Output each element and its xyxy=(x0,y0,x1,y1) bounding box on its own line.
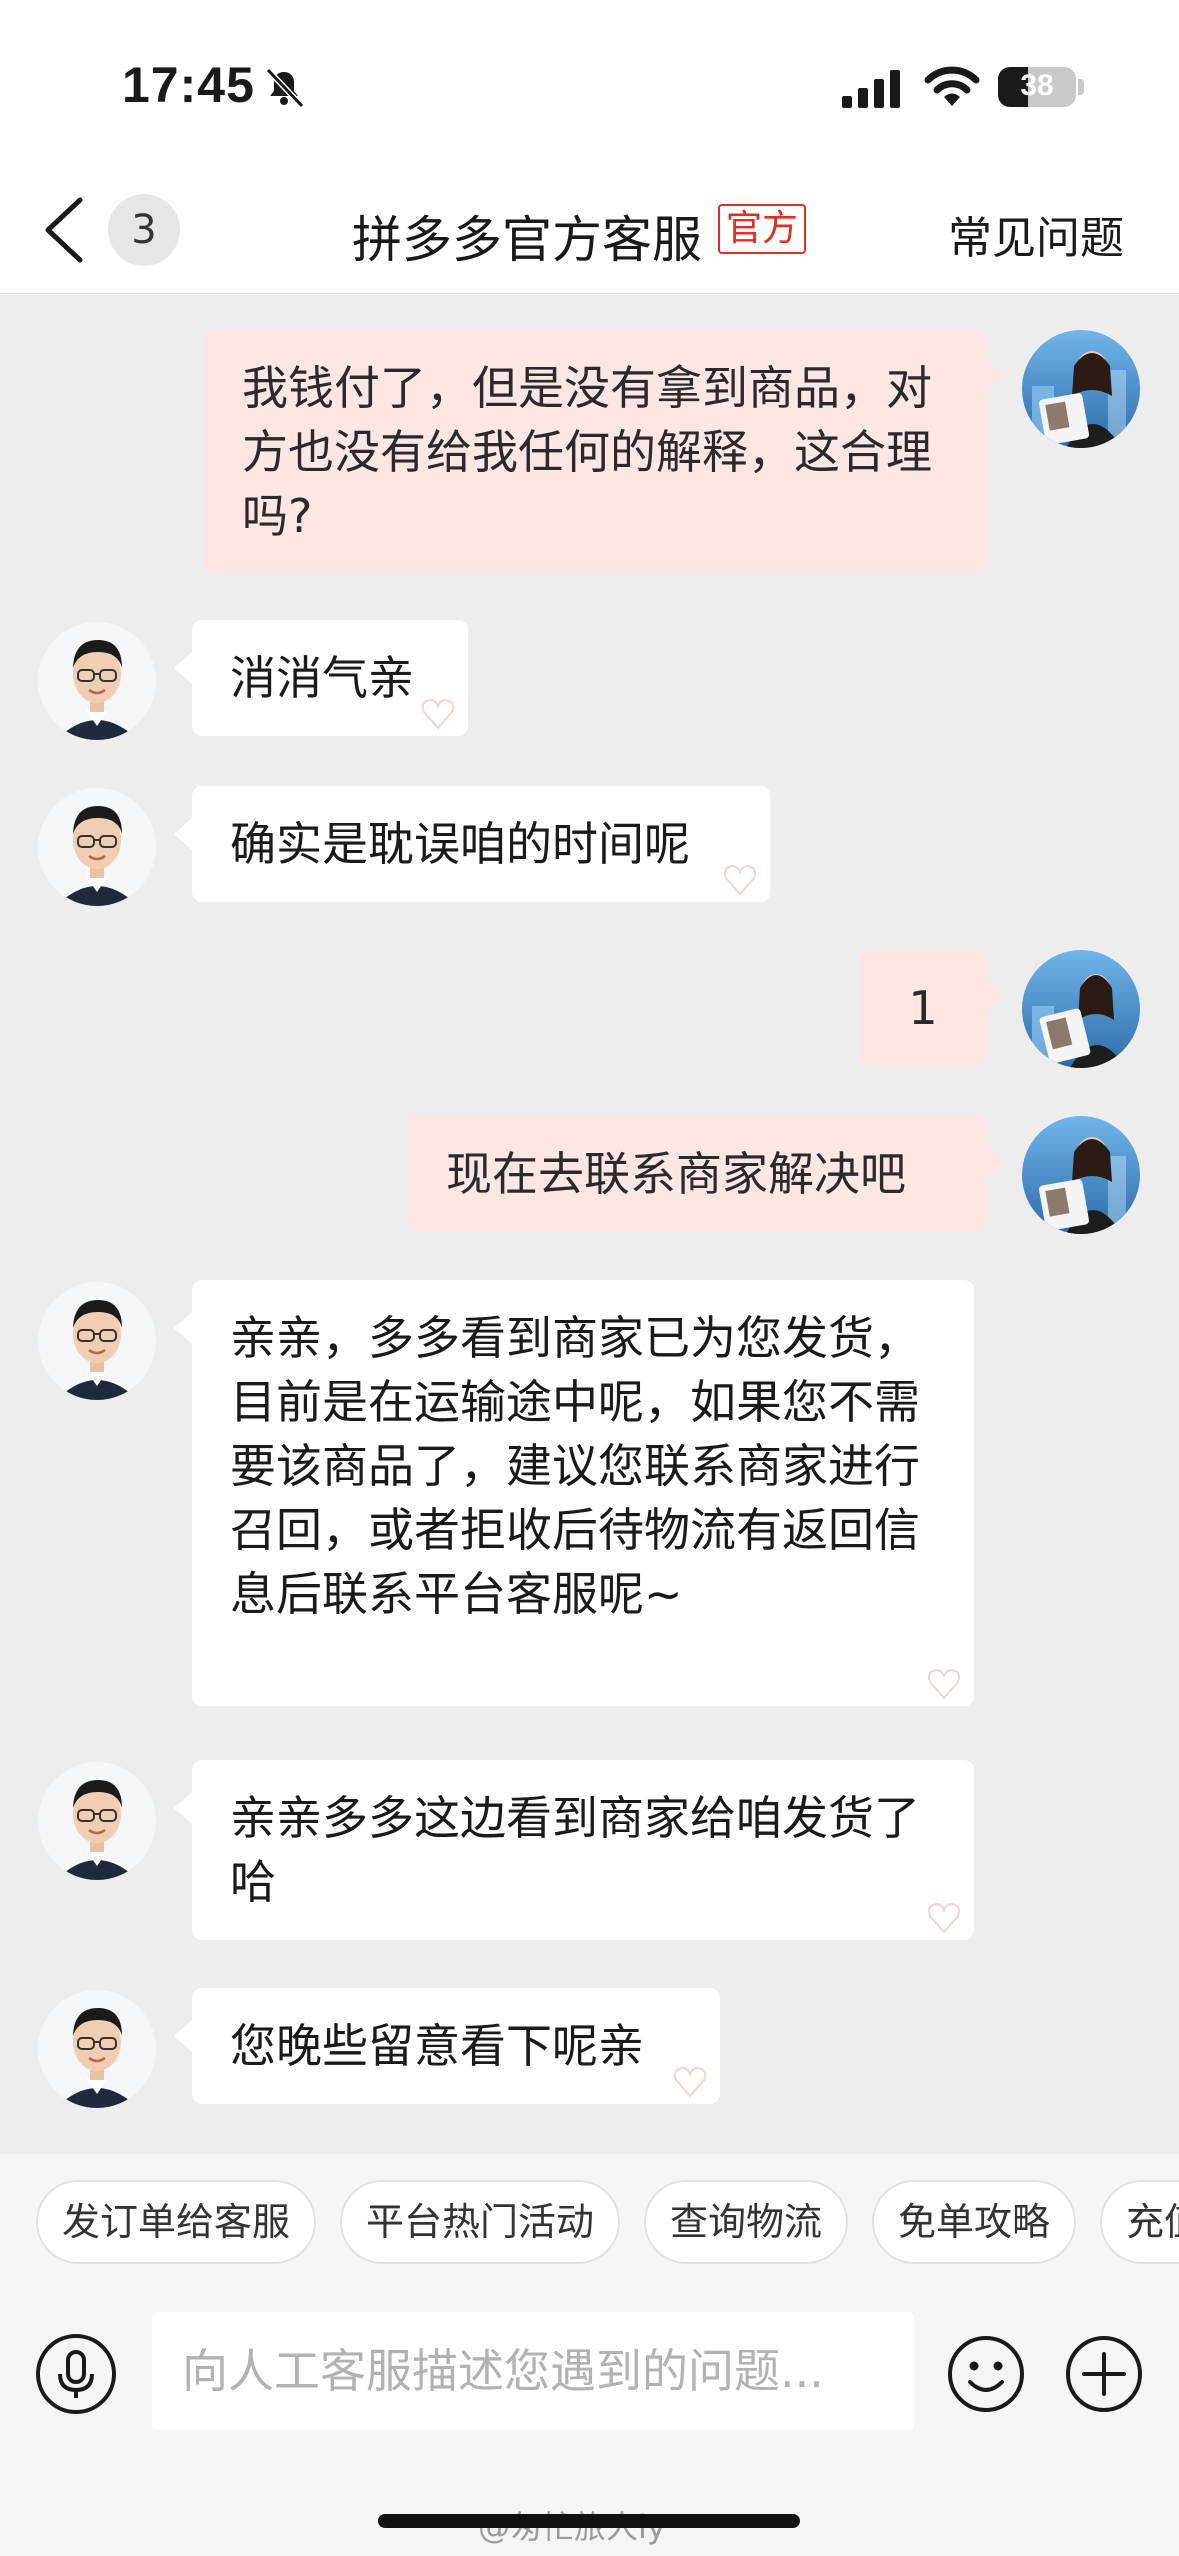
incoming-message-bubble[interactable]: 您晚些留意看下呢亲 xyxy=(192,1988,720,2104)
bubble-tail xyxy=(174,1792,192,1824)
user-avatar[interactable] xyxy=(1022,950,1140,1068)
outgoing-message-bubble[interactable]: 我钱付了，但是没有拿到商品，对方也没有给我任何的解释，这合理吗? xyxy=(204,330,986,574)
battery-level: 38 xyxy=(1020,69,1054,102)
agent-avatar[interactable] xyxy=(38,788,156,906)
pinduoduo-watermark-icon xyxy=(421,698,455,730)
status-time: 17:45 xyxy=(122,57,255,113)
quick-reply-track-shipping[interactable]: 查询物流 xyxy=(644,2180,849,2264)
signal-icon xyxy=(842,70,900,108)
nav-bar: 3 拼多多官方客服 官方 常见问题 xyxy=(0,170,1179,294)
message-text: 亲亲多多这边看到商家给咱发货了哈 xyxy=(230,1791,920,1909)
plus-icon[interactable] xyxy=(1064,2334,1144,2414)
input-bar: @匆忙旅人ly xyxy=(0,2290,1179,2556)
message-text: 1 xyxy=(908,981,938,1035)
user-avatar[interactable] xyxy=(1022,330,1140,448)
quick-reply-hot-events[interactable]: 平台热门活动 xyxy=(340,2180,621,2264)
bubble-tail xyxy=(174,652,192,684)
emoji-icon[interactable] xyxy=(946,2334,1026,2414)
pinduoduo-watermark-icon xyxy=(927,1668,961,1700)
message-text: 我钱付了，但是没有拿到商品，对方也没有给我任何的解释，这合理吗? xyxy=(242,361,932,543)
bubble-tail xyxy=(174,2020,192,2052)
agent-avatar[interactable] xyxy=(38,1282,156,1400)
battery-icon: 38 xyxy=(998,67,1076,107)
outgoing-message-bubble[interactable]: 1 xyxy=(860,950,986,1066)
official-badge: 官方 xyxy=(718,204,807,254)
quick-reply-bar[interactable]: 发订单给客服 平台热门活动 查询物流 免单攻略 充值 xyxy=(0,2154,1179,2290)
message-text: 亲亲，多多看到商家已为您发货，目前是在运输途中呢，如果您不需要该商品了，建议您联… xyxy=(230,1311,920,1621)
pinduoduo-watermark-icon xyxy=(673,2066,707,2098)
quick-reply-send-order[interactable]: 发订单给客服 xyxy=(36,2180,317,2264)
incoming-message-bubble[interactable]: 亲亲，多多看到商家已为您发货，目前是在运输途中呢，如果您不需要该商品了，建议您联… xyxy=(192,1280,974,1706)
unread-count-badge[interactable]: 3 xyxy=(108,194,180,266)
faq-button[interactable]: 常见问题 xyxy=(948,202,1124,266)
message-text: 消消气亲 xyxy=(230,651,414,705)
message-input[interactable] xyxy=(152,2312,914,2430)
incoming-message-bubble[interactable]: 亲亲多多这边看到商家给咱发货了哈 xyxy=(192,1760,974,1940)
quick-reply-free-order-guide[interactable]: 免单攻略 xyxy=(872,2180,1077,2264)
bubble-tail xyxy=(986,1146,1004,1178)
incoming-message-bubble[interactable]: 消消气亲 xyxy=(192,620,468,736)
status-bar: 17:45 38 xyxy=(0,0,1179,170)
back-chevron-icon[interactable] xyxy=(36,192,96,268)
page-title: 拼多多官方客服 xyxy=(352,211,702,269)
microphone-icon[interactable] xyxy=(36,2334,116,2414)
incoming-message-bubble[interactable]: 确实是耽误咱的时间呢 xyxy=(192,786,770,902)
chat-message-list[interactable]: 我钱付了，但是没有拿到商品，对方也没有给我任何的解释，这合理吗? 消消气亲 确实… xyxy=(0,294,1179,2154)
agent-avatar[interactable] xyxy=(38,622,156,740)
bubble-tail xyxy=(986,980,1004,1012)
agent-avatar[interactable] xyxy=(38,1762,156,1880)
quick-reply-recharge[interactable]: 充值 xyxy=(1100,2180,1179,2264)
battery-nub xyxy=(1078,79,1084,95)
bubble-tail xyxy=(986,360,1004,392)
message-text: 确实是耽误咱的时间呢 xyxy=(230,817,690,871)
bubble-tail xyxy=(174,818,192,850)
bubble-tail xyxy=(174,1312,192,1344)
pinduoduo-watermark-icon xyxy=(723,864,757,896)
bell-muted-icon xyxy=(265,67,305,109)
outgoing-message-bubble[interactable]: 现在去联系商家解决吧 xyxy=(408,1116,986,1232)
home-indicator[interactable] xyxy=(378,2514,800,2528)
user-avatar[interactable] xyxy=(1022,1116,1140,1234)
message-text: 现在去联系商家解决吧 xyxy=(446,1147,906,1201)
pinduoduo-watermark-icon xyxy=(927,1902,961,1934)
message-text: 您晚些留意看下呢亲 xyxy=(230,2019,644,2073)
agent-avatar[interactable] xyxy=(38,1990,156,2108)
wifi-icon xyxy=(924,66,980,106)
